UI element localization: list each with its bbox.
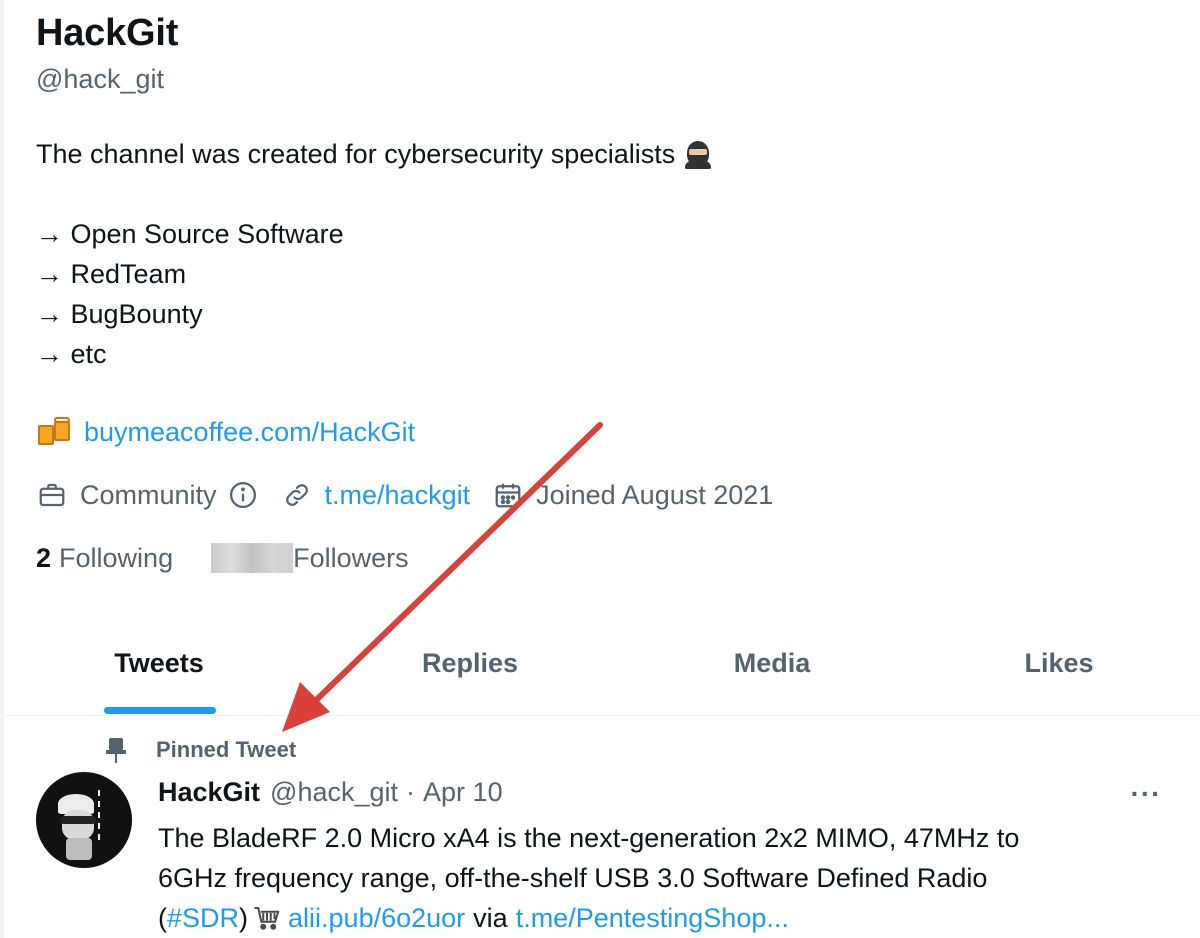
url-item: t.me/hackgit <box>281 479 471 511</box>
tweet-separator: · <box>406 776 416 807</box>
bio-blank-line <box>36 174 713 214</box>
telegram-link[interactable]: t.me/PentestingShop... <box>516 898 789 938</box>
joined-date: Joined August 2021 <box>536 479 774 510</box>
bio-item: → RedTeam <box>36 259 187 289</box>
tweet-text-line: 6GHz frequency range, off-the-shelf USB … <box>158 863 988 893</box>
active-tab-indicator <box>104 707 216 714</box>
hashtag-link[interactable]: #SDR <box>167 898 239 938</box>
tab-media[interactable]: Media <box>626 628 918 716</box>
profile-bio: The channel was created for cybersecurit… <box>36 134 713 374</box>
paren-open: ( <box>158 903 167 933</box>
buymeacoffee-link[interactable]: buymeacoffee.com/HackGit <box>84 417 415 448</box>
paren-close: ) <box>239 903 249 933</box>
followers-link[interactable]: Followers <box>293 543 409 574</box>
left-border <box>0 0 4 938</box>
tweet-author-handle[interactable]: @hack_git <box>270 777 398 808</box>
bio-link-row: buymeacoffee.com/HackGit <box>36 412 415 452</box>
briefcase-icon <box>36 479 68 511</box>
tab-likes[interactable]: Likes <box>918 628 1200 716</box>
profile-stats: 2 Following Followers <box>36 538 409 578</box>
profile-tabs: Tweets Replies Media Likes <box>4 628 1200 716</box>
ninja-emoji-icon <box>683 139 713 169</box>
via-text: via <box>473 903 508 933</box>
profile-handle: @hack_git <box>36 64 164 94</box>
joined-item: Joined August 2021 <box>492 479 773 511</box>
calendar-icon <box>492 479 524 511</box>
followers-count-redacted <box>211 543 294 573</box>
product-link[interactable]: alii.pub/6o2uor <box>288 898 465 938</box>
following-label: Following <box>59 542 174 573</box>
link-icon <box>281 479 313 511</box>
profile-name: HackGit <box>36 12 179 54</box>
tweet-header: HackGit @hack_git · Apr 10 <box>158 774 503 810</box>
pinned-label: Pinned Tweet <box>156 737 297 762</box>
category-label: Community <box>80 479 217 510</box>
shopping-cart-icon <box>252 903 282 933</box>
following-count: 2 <box>36 542 52 573</box>
bio-item: → BugBounty <box>36 299 203 329</box>
pin-icon <box>104 736 130 764</box>
tweet-text-line: The BladeRF 2.0 Micro xA4 is the next-ge… <box>158 823 1020 853</box>
website-link[interactable]: t.me/hackgit <box>325 480 471 511</box>
bio-intro: The channel was created for cybersecurit… <box>36 139 676 169</box>
tweet-date[interactable]: Apr 10 <box>423 777 503 808</box>
tweet-avatar[interactable] <box>36 772 132 868</box>
bio-item: → etc <box>36 339 107 369</box>
tweet-more-button[interactable]: ··· <box>1126 778 1166 809</box>
tweet-text-line: (#SDR) alii.pub/6o2uor via t.me/Pentesti… <box>158 898 1168 938</box>
tweet-text: The BladeRF 2.0 Micro xA4 is the next-ge… <box>158 818 1168 938</box>
profile-meta: Community t.me/hackgit Joined August 202… <box>36 474 795 516</box>
tab-tweets[interactable]: Tweets <box>4 628 314 716</box>
category-item: Community <box>36 479 259 511</box>
following-link[interactable]: 2 Following <box>36 543 173 574</box>
tweet-author-name[interactable]: HackGit <box>158 777 260 808</box>
bio-line: The channel was created for cybersecurit… <box>36 134 713 174</box>
pinned-indicator: Pinned Tweet <box>104 734 296 766</box>
bio-item: → Open Source Software <box>36 219 344 249</box>
beer-mugs-icon <box>36 415 76 449</box>
tab-replies[interactable]: Replies <box>314 628 626 716</box>
info-icon[interactable] <box>227 479 259 511</box>
